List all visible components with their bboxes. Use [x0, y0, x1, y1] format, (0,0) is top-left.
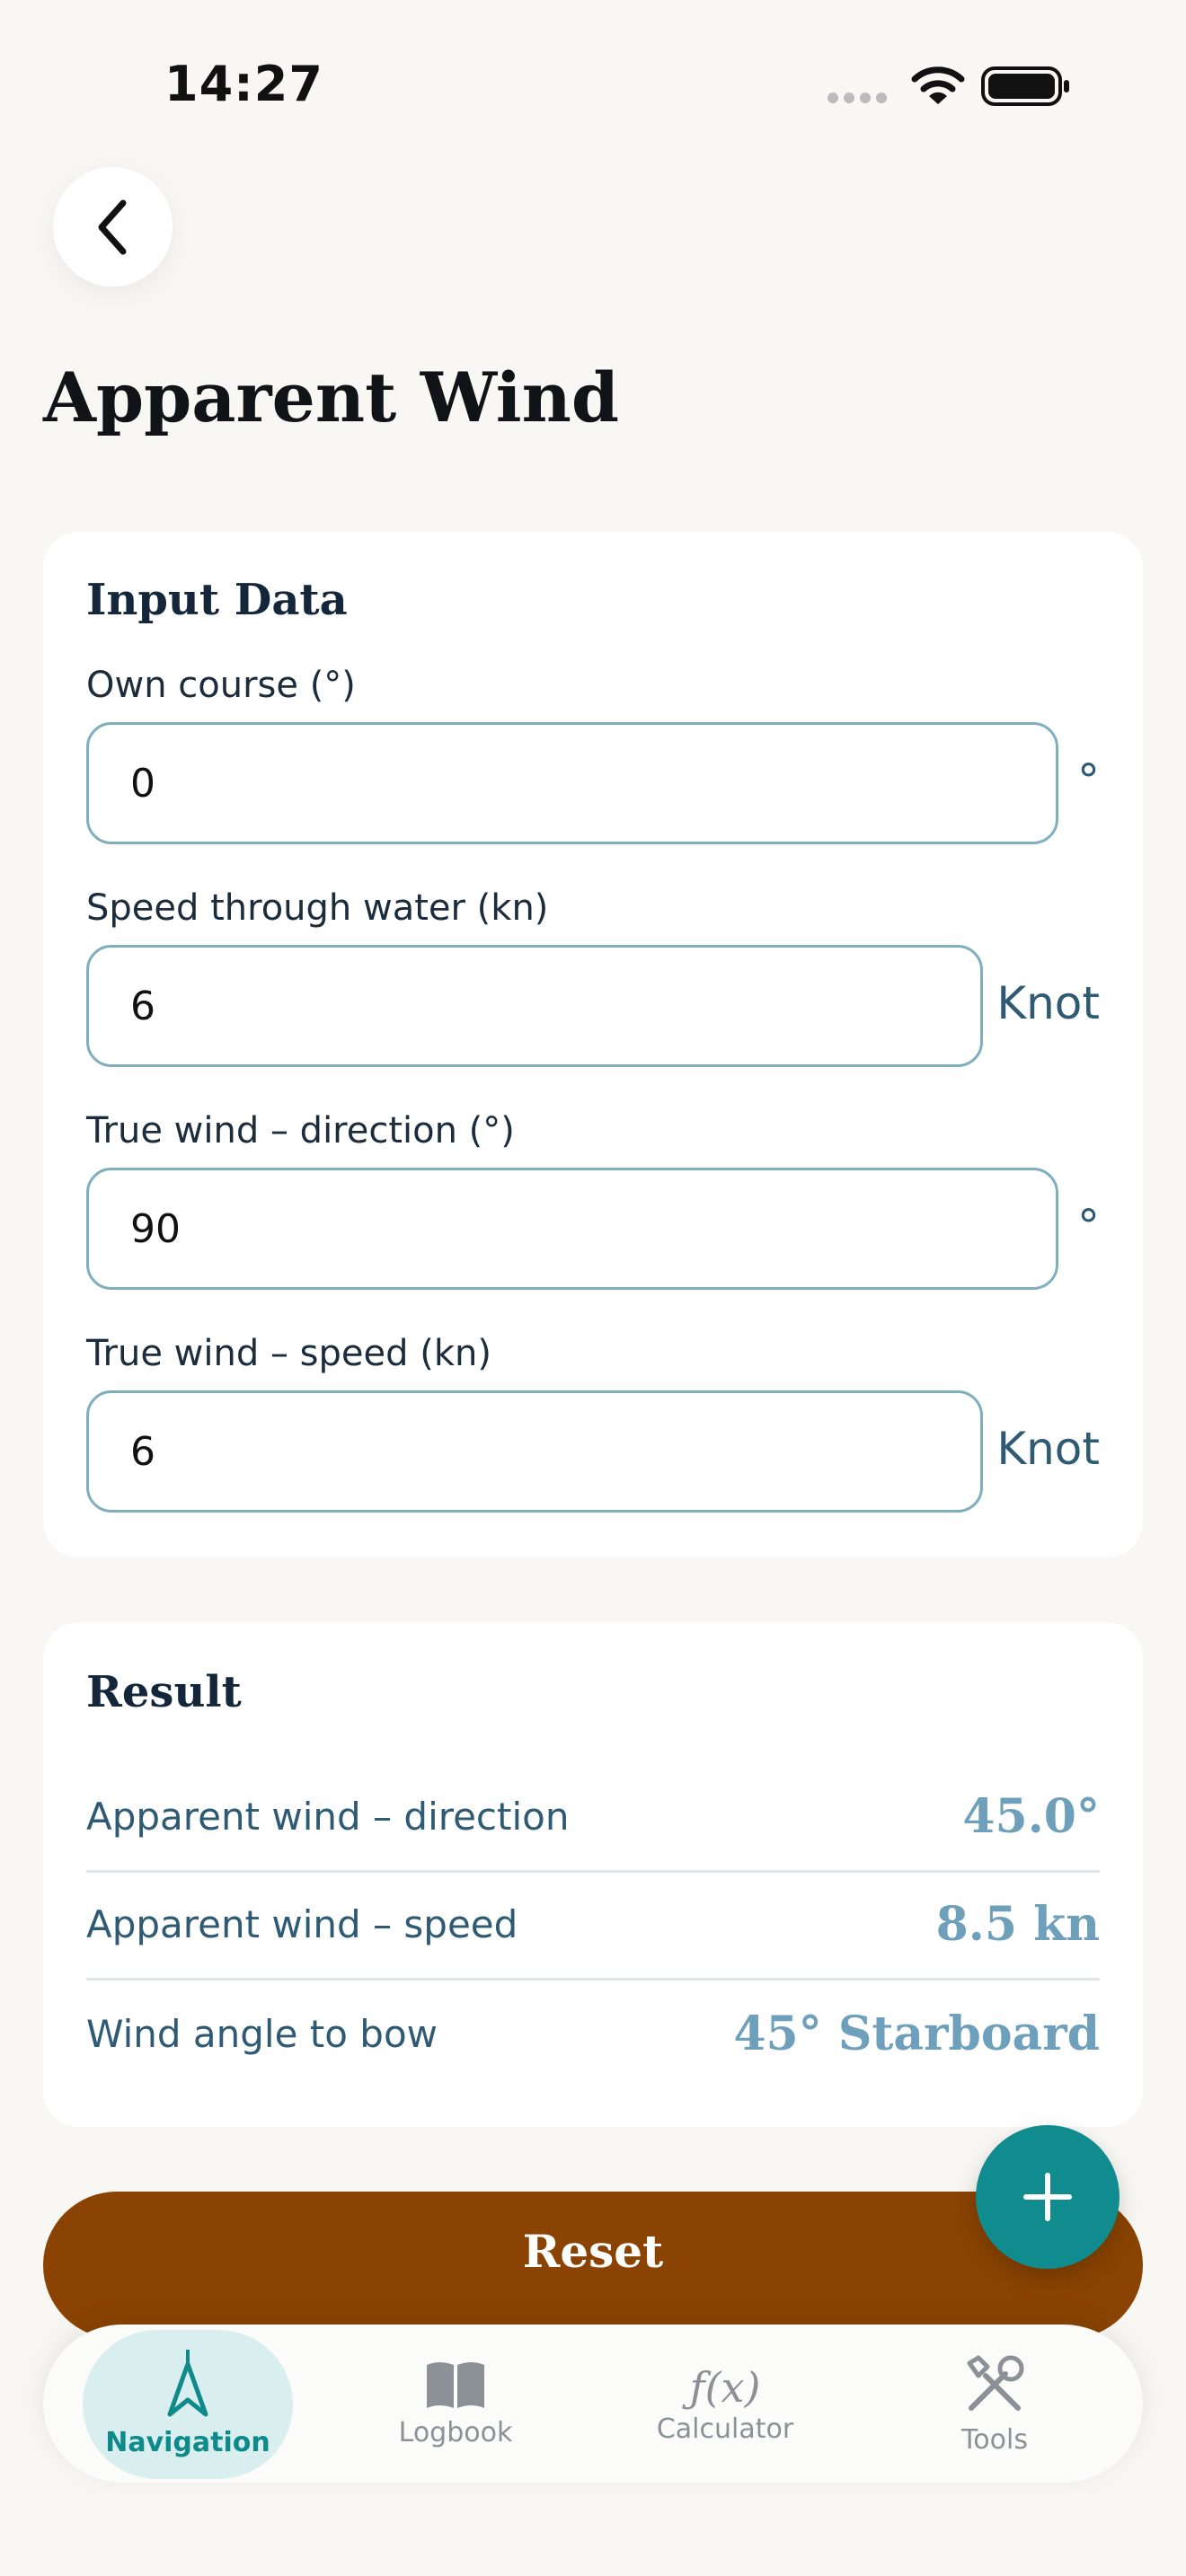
plus-icon: [1023, 2173, 1072, 2221]
add-button[interactable]: [976, 2125, 1120, 2269]
wind-angle-to-bow-value: 45° Starboard: [733, 2006, 1100, 2061]
result-card: Result Apparent wind – direction 45.0° A…: [43, 1622, 1143, 2127]
cellular-signal-icon: [828, 93, 887, 103]
wifi-icon: [911, 66, 965, 104]
tab-navigation-label: Navigation: [105, 2426, 270, 2458]
result-row: Wind angle to bow 45° Starboard: [86, 1980, 1100, 2087]
input-card-title: Input Data: [86, 575, 348, 625]
reset-button-label: Reset: [522, 2224, 664, 2278]
result-row: Apparent wind – speed 8.5 kn: [86, 1870, 1100, 1981]
back-button[interactable]: [53, 167, 173, 287]
true-wind-direction-label: True wind – direction (°): [86, 1110, 515, 1151]
true-wind-speed-unit: Knot: [996, 1423, 1100, 1475]
result-row: Apparent wind – direction 45.0°: [86, 1762, 1100, 1873]
true-wind-direction-input[interactable]: [86, 1168, 1058, 1290]
true-wind-speed-label: True wind – speed (kn): [86, 1333, 491, 1374]
bottom-tab-bar: Navigation Logbook ƒ(x) Calculator Tools: [43, 2325, 1143, 2483]
own-course-input[interactable]: [86, 722, 1058, 844]
tab-tools-label: Tools: [961, 2423, 1028, 2456]
book-icon: [427, 2361, 484, 2408]
tab-calculator-label: Calculator: [656, 2413, 794, 2445]
battery-icon: [981, 66, 1069, 106]
apparent-wind-direction-value: 45.0°: [962, 1788, 1100, 1844]
function-icon: ƒ(x): [689, 2362, 761, 2412]
own-course-label: Own course (°): [86, 665, 356, 706]
chevron-left-icon: [98, 199, 126, 254]
own-course-unit: °: [1077, 754, 1100, 807]
tab-calculator[interactable]: ƒ(x) Calculator: [620, 2325, 830, 2483]
input-card: Input Data Own course (°) ° Speed throug…: [43, 532, 1143, 1557]
tools-icon: [967, 2355, 1024, 2411]
tab-logbook[interactable]: Logbook: [350, 2325, 561, 2483]
wind-angle-to-bow-label: Wind angle to bow: [86, 2011, 438, 2056]
tab-tools[interactable]: Tools: [890, 2325, 1100, 2483]
status-icons: [827, 63, 1078, 110]
apparent-wind-speed-label: Apparent wind – speed: [86, 1901, 518, 1946]
status-time: 14:27: [164, 56, 323, 112]
tab-navigation[interactable]: Navigation: [83, 2325, 293, 2483]
result-card-title: Result: [86, 1667, 242, 1717]
apparent-wind-speed-value: 8.5 kn: [935, 1896, 1100, 1952]
true-wind-speed-input[interactable]: [86, 1390, 983, 1513]
page-title: Apparent Wind: [43, 357, 619, 437]
apparent-wind-direction-label: Apparent wind – direction: [86, 1794, 570, 1839]
navigation-arrow-icon: [167, 2349, 208, 2416]
speed-through-water-unit: Knot: [996, 977, 1100, 1029]
speed-through-water-input[interactable]: [86, 945, 983, 1067]
speed-through-water-label: Speed through water (kn): [86, 887, 549, 929]
true-wind-direction-unit: °: [1077, 1200, 1100, 1252]
tab-logbook-label: Logbook: [398, 2416, 513, 2448]
